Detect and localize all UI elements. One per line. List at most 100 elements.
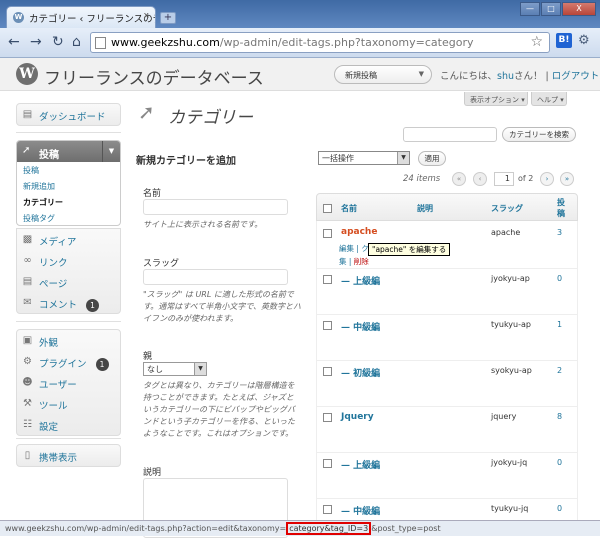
sidebar-item-label: リンク (39, 258, 68, 269)
row-checkbox[interactable] (323, 459, 332, 468)
window-controls: — □ X (520, 2, 596, 16)
col-slug[interactable]: スラッグ (491, 203, 523, 214)
hatena-bookmark-icon[interactable]: B! (556, 33, 572, 48)
table-row: — 初級編 syokyu-ap 2 (316, 361, 578, 407)
chevron-down-icon[interactable]: ▼ (102, 141, 120, 162)
bookmark-star-icon[interactable]: ☆ (530, 34, 543, 50)
sidebar-admin-box: ▣ 外観 ⚙ プラグイン 1 ☻ ユーザー ⚒ ツール ☷ 設定 (16, 329, 121, 436)
apply-button[interactable]: 適用 (418, 151, 446, 166)
profile-link[interactable]: shu (497, 71, 514, 82)
site-title[interactable]: フリーランスのデータベース (44, 64, 264, 89)
tab-title: カテゴリー ‹ フリーランスのデ… (29, 14, 155, 25)
sidebar-separator (16, 128, 121, 136)
submenu-post-tags[interactable]: 投稿タグ (17, 210, 120, 225)
help-button[interactable]: ヘルプ ▾ (531, 92, 567, 106)
screen-options-button[interactable]: 表示オプション ▾ (464, 92, 528, 106)
category-search-input[interactable] (403, 127, 497, 142)
category-count[interactable]: 3 (557, 228, 562, 237)
favorite-actions-select[interactable]: 新規投稿 ▼ (334, 65, 432, 84)
category-slug: jyokyu-jq (491, 458, 528, 467)
category-count[interactable]: 0 (557, 274, 562, 283)
favicon-icon: W (13, 12, 24, 23)
sidebar-item-label: ページ (39, 279, 68, 290)
col-description[interactable]: 説明 (417, 203, 433, 214)
sidebar-item-label: ユーザー (39, 380, 77, 391)
parent-select-value: なし (147, 365, 163, 374)
reload-icon[interactable]: ↻ (52, 35, 64, 49)
prev-page-button[interactable]: ‹ (473, 172, 487, 186)
category-count[interactable]: 8 (557, 412, 562, 421)
name-field[interactable] (143, 199, 288, 215)
pages-icon: ▤ (22, 276, 33, 287)
submenu-categories[interactable]: カテゴリー (17, 194, 120, 210)
sidebar-item-tools[interactable]: ⚒ ツール (17, 393, 120, 414)
row-checkbox[interactable] (323, 229, 332, 238)
sidebar-content-box: ▩ メディア ∞ リンク ▤ ページ ✉ コメント 1 (16, 228, 121, 314)
sidebar-item-appearance[interactable]: ▣ 外観 (17, 330, 120, 351)
last-page-button[interactable]: » (560, 172, 574, 186)
tab-categories[interactable]: W カテゴリー ‹ フリーランスのデ… x (6, 6, 156, 28)
close-window-icon[interactable]: X (562, 2, 596, 16)
back-icon[interactable]: ← (8, 35, 20, 49)
bulk-action-select[interactable]: 一括操作 ▼ (318, 151, 410, 165)
row-checkbox[interactable] (323, 275, 332, 284)
select-all-checkbox[interactable] (323, 204, 332, 213)
tab-strip: W カテゴリー ‹ フリーランスのデ… x + — □ X (0, 0, 600, 28)
category-count[interactable]: 2 (557, 366, 562, 375)
home-icon[interactable]: ⌂ (72, 35, 81, 49)
sidebar-item-users[interactable]: ☻ ユーザー (17, 372, 120, 393)
sidebar-item-comments[interactable]: ✉ コメント 1 (17, 292, 120, 313)
minimize-icon[interactable]: — (520, 2, 540, 16)
sidebar-item-settings[interactable]: ☷ 設定 (17, 414, 120, 435)
row-checkbox[interactable] (323, 505, 332, 514)
row-action-delete[interactable]: 削除 (354, 257, 369, 266)
submenu-posts[interactable]: 投稿 (17, 162, 120, 178)
search-categories-button[interactable]: カテゴリーを検索 (502, 127, 576, 142)
sidebar-item-posts[interactable]: ➚ 投稿 ▼ (17, 141, 120, 162)
pushpin-icon: ➚ (22, 145, 31, 156)
tab-close-icon[interactable]: x (144, 11, 149, 21)
row-checkbox[interactable] (323, 413, 332, 422)
sidebar-mobile-box: ▯ 携帯表示 (16, 444, 121, 467)
sidebar-item-mobile[interactable]: ▯ 携帯表示 (17, 445, 120, 466)
sidebar-item-dashboard[interactable]: ▤ ダッシュボード (17, 104, 120, 125)
sidebar-item-pages[interactable]: ▤ ページ (17, 271, 120, 292)
forward-icon[interactable]: → (30, 35, 42, 49)
submenu-add-new[interactable]: 新規追加 (17, 178, 120, 194)
status-url-suffix: &post_type=post (371, 524, 441, 533)
sidebar-item-links[interactable]: ∞ リンク (17, 250, 120, 271)
comments-count-badge: 1 (86, 299, 100, 312)
row-action-quick-edit-tail[interactable]: 集 (339, 257, 347, 266)
category-name-link[interactable]: — 上級編 (341, 274, 380, 287)
category-count[interactable]: 0 (557, 504, 562, 513)
first-page-button[interactable]: « (452, 172, 466, 186)
col-posts[interactable]: 投稿 (557, 197, 571, 219)
category-count[interactable]: 0 (557, 458, 562, 467)
maximize-icon[interactable]: □ (541, 2, 561, 16)
sidebar-separator (16, 317, 121, 325)
sidebar-item-label: 設定 (39, 422, 59, 433)
address-bar[interactable]: www.geekzshu.com/wp-admin/edit-tags.php?… (90, 32, 550, 53)
col-name[interactable]: 名前 (341, 203, 357, 214)
row-checkbox[interactable] (323, 321, 332, 330)
category-name-link[interactable]: apache (341, 227, 377, 237)
next-page-button[interactable]: › (540, 172, 554, 186)
parent-help: タグとは異なり、カテゴリーは階層構造を持つことができます。たとえば、ジャズという… (143, 381, 295, 438)
category-name-link[interactable]: — 中級編 (341, 504, 380, 517)
category-name-link[interactable]: Jquery (341, 412, 374, 422)
category-count[interactable]: 1 (557, 320, 562, 329)
current-page-input[interactable]: 1 (494, 172, 514, 186)
row-action-edit[interactable]: 編集 (339, 244, 354, 253)
slug-field[interactable] (143, 269, 288, 285)
category-slug: tyukyu-jq (491, 504, 529, 513)
sidebar-item-plugins[interactable]: ⚙ プラグイン 1 (17, 351, 120, 372)
sidebar-item-media[interactable]: ▩ メディア (17, 229, 120, 250)
category-name-link[interactable]: — 初級編 (341, 366, 380, 379)
logout-link[interactable]: ログアウト (552, 71, 600, 82)
new-tab-button[interactable]: + (160, 12, 176, 24)
category-name-link[interactable]: — 中級編 (341, 320, 380, 333)
wrench-icon[interactable]: ⚙ (578, 33, 590, 48)
category-name-link[interactable]: — 上級編 (341, 458, 380, 471)
row-checkbox[interactable] (323, 367, 332, 376)
parent-select[interactable]: なし ▼ (143, 362, 207, 376)
